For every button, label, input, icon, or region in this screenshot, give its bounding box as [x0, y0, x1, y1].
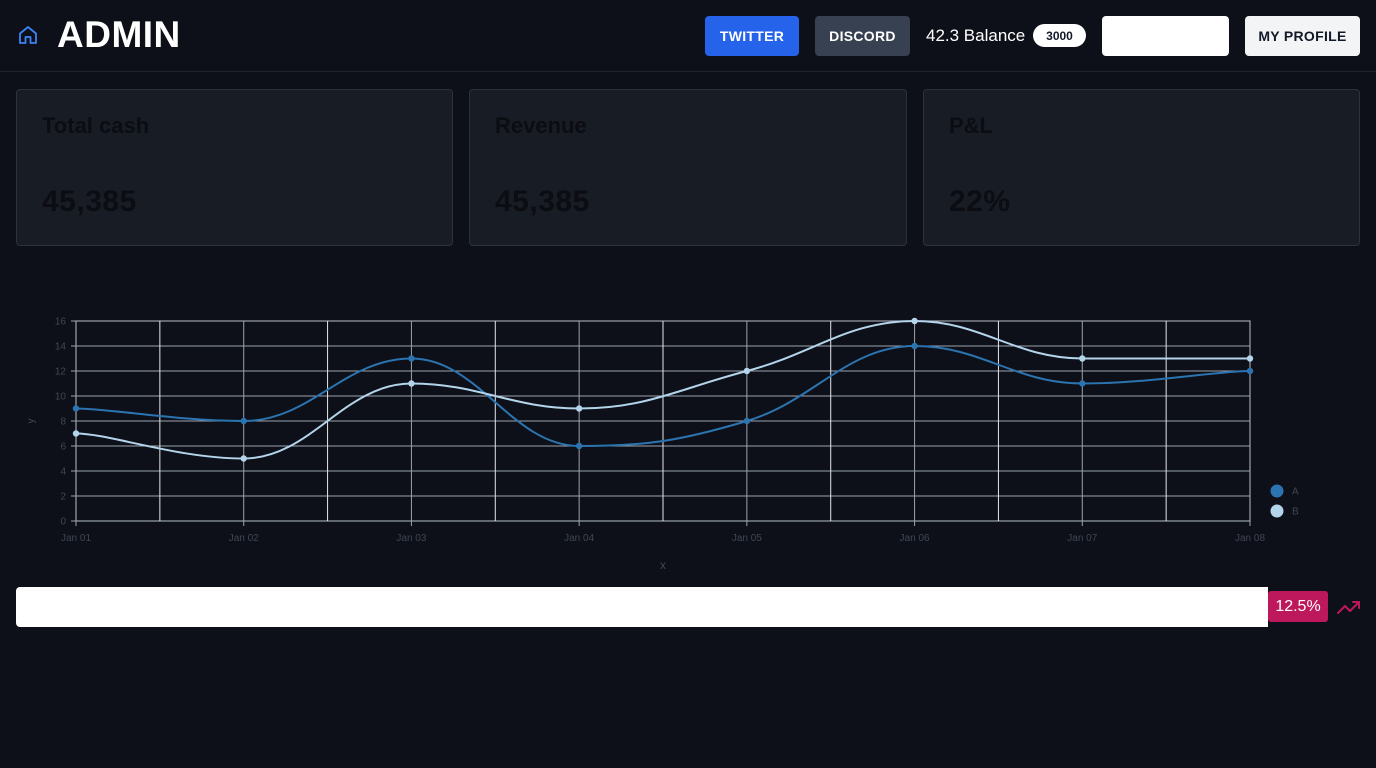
data-point-a — [240, 417, 247, 425]
data-point-b — [911, 317, 918, 325]
home-icon[interactable] — [16, 23, 40, 47]
y-tick-label: 2 — [60, 492, 66, 503]
y-tick-label: 6 — [60, 442, 66, 453]
x-tick-label: Jan 06 — [900, 533, 930, 544]
data-point-b — [1079, 355, 1086, 362]
my-profile-button[interactable]: MY PROFILE — [1245, 16, 1360, 56]
data-point-b — [575, 405, 583, 412]
y-tick-label: 14 — [55, 342, 67, 353]
percent-badge: 12.5% — [1268, 591, 1328, 622]
data-point-a — [743, 417, 751, 425]
top-bar: ADMIN TWITTER DISCORD 42.3 Balance 3000 … — [0, 0, 1376, 72]
app-title: ADMIN — [57, 14, 181, 55]
total-cash-card: Total cash 45,385 — [16, 89, 453, 246]
x-tick-label: Jan 05 — [732, 533, 762, 544]
data-point-a — [1079, 380, 1086, 387]
bottom-input[interactable] — [16, 587, 1268, 627]
x-tick-label: Jan 03 — [396, 533, 426, 544]
x-tick-label: Jan 08 — [1235, 533, 1265, 544]
y-tick-label: 12 — [55, 367, 67, 378]
line-chart: 0 2 4 6 8 10 12 14 16 Jan 01 Jan 02 Jan 03 Jan 04 Jan… — [0, 300, 1376, 585]
card-title: Revenue — [495, 113, 587, 138]
revenue-card: Revenue 45,385 — [469, 89, 907, 246]
twitter-button[interactable]: TWITTER — [705, 16, 799, 56]
data-point-a — [72, 405, 80, 412]
legend-label: B — [1292, 507, 1299, 518]
card-title: Total cash — [42, 113, 150, 138]
y-tick-label: 10 — [55, 392, 67, 403]
data-point-b — [743, 367, 751, 375]
x-tick-label: Jan 02 — [229, 533, 259, 544]
data-point-a — [1246, 367, 1254, 375]
balance-badge: 3000 — [1033, 24, 1086, 47]
pnl-card: P&L 22% — [923, 89, 1360, 246]
card-value: 22% — [949, 185, 1011, 218]
legend-marker-a — [1270, 484, 1284, 498]
trending-up-icon — [1337, 601, 1360, 614]
x-tick-label: Jan 07 — [1067, 533, 1097, 544]
y-tick-label: 0 — [60, 517, 66, 528]
data-point-a — [911, 342, 918, 350]
data-point-b — [240, 455, 247, 462]
y-tick-label: 4 — [60, 467, 66, 478]
x-tick-label: Jan 04 — [564, 533, 594, 544]
legend-marker-b — [1270, 504, 1284, 518]
data-point-b — [408, 380, 415, 387]
data-point-b — [72, 430, 80, 437]
x-tick-label: Jan 01 — [61, 533, 91, 544]
balance-label: 42.3 Balance — [926, 26, 1026, 45]
data-point-a — [408, 355, 415, 362]
card-value: 45,385 — [42, 185, 137, 218]
data-point-b — [1246, 355, 1254, 362]
discord-button[interactable]: DISCORD — [815, 16, 910, 56]
card-title: P&L — [949, 113, 993, 138]
data-point-a — [575, 442, 583, 450]
card-value: 45,385 — [495, 185, 590, 218]
y-axis-label: y — [26, 419, 37, 424]
line-chart-svg: 0 2 4 6 8 10 12 14 16 Jan 01 Jan 02 Jan 03 Jan 04 Jan… — [26, 317, 1299, 573]
header-input[interactable] — [1102, 16, 1229, 56]
y-tick-label: 8 — [60, 417, 66, 428]
legend-label: A — [1292, 487, 1299, 498]
y-tick-label: 16 — [55, 317, 67, 328]
x-axis-label: x — [660, 558, 666, 572]
